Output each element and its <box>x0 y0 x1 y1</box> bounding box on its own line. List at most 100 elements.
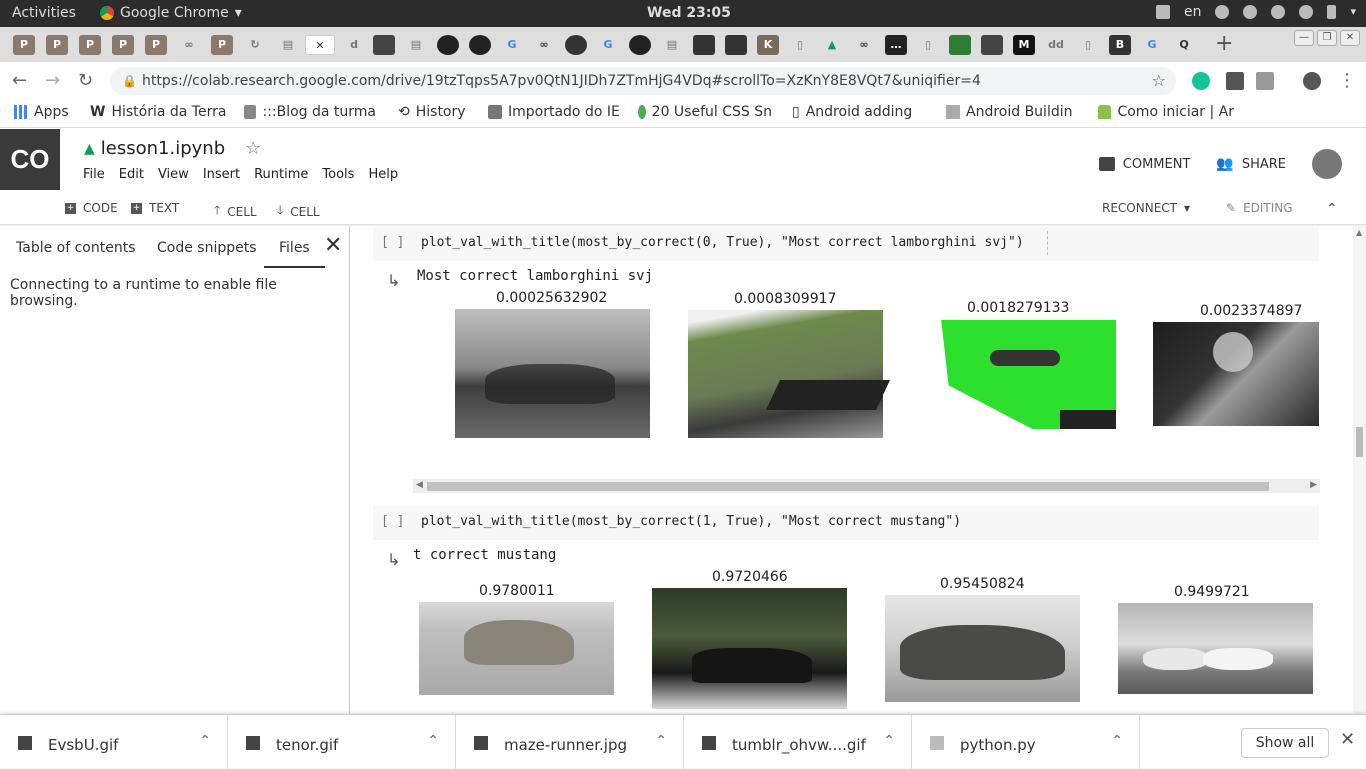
power-menu-icon[interactable]: ▾ <box>1350 5 1356 19</box>
menu-runtime[interactable]: Runtime <box>254 167 308 182</box>
colab-logo[interactable]: CO <box>0 129 60 190</box>
bookmark-history[interactable]: ⟲ History <box>398 104 466 120</box>
profile-avatar[interactable] <box>1303 72 1321 90</box>
scrollbar-thumb[interactable] <box>1356 427 1363 457</box>
new-tab-button[interactable]: + <box>1215 31 1233 56</box>
tab-favicon-camera-icon[interactable] <box>725 35 747 55</box>
download-item[interactable]: maze-runner.jpg ⌃ <box>456 715 684 769</box>
lock-icon[interactable]: 🔒 <box>122 67 137 95</box>
tab-favicon-google-icon[interactable]: G <box>501 35 523 55</box>
tab-favicon-doc-icon[interactable]: ▯ <box>789 35 811 55</box>
tab-favicon-dd-icon[interactable]: dd <box>1045 35 1067 55</box>
night-light-icon[interactable] <box>1243 5 1258 19</box>
menu-tools[interactable]: Tools <box>322 167 354 182</box>
clock[interactable]: Wed 23:05 <box>647 5 731 21</box>
account-avatar[interactable] <box>1312 149 1342 179</box>
move-cell-up-button[interactable]: 🡑 CELL <box>214 201 257 222</box>
tab-favicon-page-icon[interactable]: ▤ <box>661 35 683 55</box>
collapse-header-button[interactable]: ⌃ <box>1326 201 1338 217</box>
menu-view[interactable]: View <box>158 167 189 182</box>
run-cell-button[interactable]: [ ] <box>381 514 404 529</box>
comment-button[interactable]: COMMENT <box>1098 157 1190 172</box>
menu-file[interactable]: File <box>83 167 105 182</box>
tab-favicon-p-icon[interactable]: P <box>211 35 233 55</box>
download-item[interactable]: EvsbU.gif ⌃ <box>0 715 228 769</box>
notebook-content[interactable]: [ ] plot_val_with_title(most_by_correct(… <box>353 226 1353 714</box>
tab-table-of-contents[interactable]: Table of contents <box>16 240 136 256</box>
language-indicator[interactable]: en <box>1184 4 1202 20</box>
tab-favicon-dots-icon[interactable]: … <box>885 35 907 55</box>
add-text-button[interactable]: + TEXT <box>131 201 179 215</box>
activities-button[interactable]: Activities <box>12 5 76 21</box>
tab-favicon-d-icon[interactable]: d <box>343 35 365 55</box>
tab-favicon-image-icon[interactable] <box>373 35 395 55</box>
chevron-up-icon[interactable]: ⌃ <box>655 733 667 749</box>
maximize-icon[interactable]: ❐ <box>1317 30 1337 46</box>
tab-favicon-p-icon[interactable]: P <box>112 35 134 55</box>
notebook-vertical-scrollbar[interactable]: ▲ <box>1353 226 1366 714</box>
tab-favicon-github-icon[interactable] <box>629 35 651 55</box>
scroll-right-icon[interactable]: ▶ <box>1310 480 1317 490</box>
window-close-icon[interactable]: ✕ <box>1340 30 1360 46</box>
tab-favicon-refresh-icon[interactable]: ↻ <box>244 35 266 55</box>
tab-favicon-page-icon[interactable]: ▤ <box>277 35 299 55</box>
tab-favicon-link-icon[interactable]: ∞ <box>853 35 875 55</box>
extension-icon[interactable] <box>1226 72 1244 90</box>
download-item[interactable]: python.py ⌃ <box>912 715 1140 769</box>
reload-icon[interactable]: ↻ <box>78 70 93 91</box>
editing-mode-button[interactable]: ✎ EDITING <box>1226 201 1293 215</box>
bookmark-como-iniciar[interactable]: Como iniciar | Ar <box>1098 104 1234 120</box>
wifi-icon[interactable] <box>1271 5 1286 19</box>
tab-favicon-medium-icon[interactable]: M <box>1013 35 1035 55</box>
tab-favicon-page-icon[interactable]: ▤ <box>405 35 427 55</box>
minimize-icon[interactable]: — <box>1294 30 1314 46</box>
tab-favicon-image-icon[interactable] <box>981 35 1003 55</box>
tab-favicon-drive-icon[interactable]: ▲ <box>821 35 843 55</box>
close-icon[interactable]: ✕ <box>1340 729 1355 750</box>
star-icon[interactable]: ☆ <box>245 138 261 159</box>
chevron-up-icon[interactable]: ⌃ <box>199 733 211 749</box>
tab-favicon-classroom-icon[interactable] <box>949 35 971 55</box>
bookmark-star-icon[interactable]: ☆ <box>1152 67 1166 95</box>
add-code-button[interactable]: + CODE <box>65 201 118 215</box>
volume-icon[interactable] <box>1299 5 1314 19</box>
download-item[interactable]: tumblr_ohvw....gif ⌃ <box>684 715 912 769</box>
system-tray[interactable]: en ▾ <box>1155 4 1356 20</box>
tab-favicon-google-icon[interactable]: G <box>1141 35 1163 55</box>
tab-favicon-p-icon[interactable]: P <box>79 35 101 55</box>
chevron-up-icon[interactable]: ⌃ <box>427 733 439 749</box>
bookmark-folder-ie[interactable]: Importado do IE <box>488 104 620 120</box>
more-menu-icon[interactable]: ⋮ <box>1338 70 1356 91</box>
download-item[interactable]: tenor.gif ⌃ <box>228 715 456 769</box>
tab-favicon-doc-icon[interactable]: ▯ <box>1077 35 1099 55</box>
bookmark-android-building[interactable]: Android Buildin <box>946 104 1080 120</box>
grammarly-extension-icon[interactable] <box>1192 72 1210 90</box>
bookmark-historia[interactable]: W História da Terra <box>90 104 226 120</box>
active-tab-close-icon[interactable]: ✕ <box>305 35 335 55</box>
network-icon[interactable] <box>1215 5 1230 19</box>
address-bar[interactable]: 🔒 https://colab.research.google.com/driv… <box>110 67 1176 95</box>
code-cell[interactable]: [ ] plot_val_with_title(most_by_correct(… <box>373 227 1319 261</box>
tab-favicon-p-icon[interactable]: P <box>13 35 35 55</box>
code-cell[interactable]: [ ] plot_val_with_title(most_by_correct(… <box>373 506 1319 540</box>
scroll-left-icon[interactable]: ◀ <box>416 480 423 490</box>
bookmark-android-adding[interactable]: ▯ Android adding <box>792 104 924 120</box>
scroll-up-icon[interactable]: ▲ <box>1356 228 1362 237</box>
image-extension-icon[interactable] <box>1256 72 1274 90</box>
tab-favicon-table-icon[interactable] <box>693 35 715 55</box>
tab-files[interactable]: Files <box>264 240 325 268</box>
bookmark-css[interactable]: 20 Useful CSS Sn <box>638 104 772 120</box>
forward-icon[interactable]: → <box>45 70 60 91</box>
tab-favicon-github-icon[interactable] <box>437 35 459 55</box>
tab-favicon-link-icon[interactable]: ∞ <box>178 35 200 55</box>
tab-favicon-k-icon[interactable]: K <box>757 35 779 55</box>
tab-favicon-b-icon[interactable]: B <box>1109 35 1131 55</box>
back-icon[interactable]: ← <box>12 70 27 91</box>
menu-help[interactable]: Help <box>368 167 398 182</box>
close-icon[interactable]: ✕ <box>324 233 342 258</box>
scrollbar-thumb[interactable] <box>427 482 1269 491</box>
tab-favicon-q-icon[interactable]: Q <box>1173 35 1195 55</box>
share-button[interactable]: 👥 SHARE <box>1216 156 1286 172</box>
show-all-downloads-button[interactable]: Show all <box>1241 728 1329 758</box>
tab-favicon-google-icon[interactable]: G <box>597 35 619 55</box>
